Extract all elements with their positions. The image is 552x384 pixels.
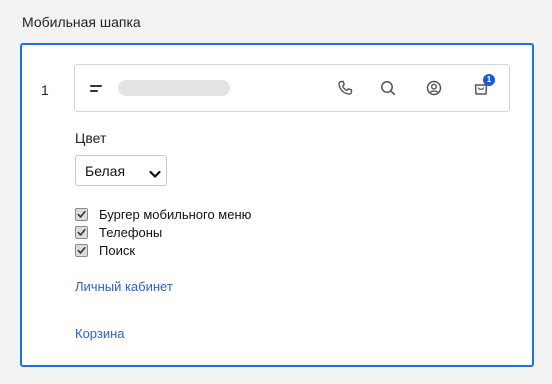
color-select-value: Белая [85,163,126,179]
mobile-header-panel: 1 1 Цвет Белая Бургер мобильного меню Те… [20,43,534,367]
account-link[interactable]: Личный кабинет [75,279,173,294]
burger-checkbox[interactable] [75,208,88,221]
phone-icon [335,78,355,98]
chevron-down-icon [149,166,161,184]
color-label: Цвет [75,130,107,146]
cart-link[interactable]: Корзина [75,326,125,341]
checkbox-label: Бургер мобильного меню [99,207,252,222]
logo-placeholder [118,80,230,96]
checkbox-label: Поиск [99,243,136,258]
row-number: 1 [41,82,49,98]
search-checkbox[interactable] [75,244,88,257]
color-select[interactable]: Белая [75,155,167,186]
section-title: Мобильная шапка [22,14,141,30]
burger-menu-icon [90,85,104,92]
user-circle-icon [424,78,444,98]
mobile-header-preview[interactable]: 1 [74,64,510,112]
search-icon [378,78,398,98]
cart-badge: 1 [483,74,495,86]
phones-checkbox[interactable] [75,226,88,239]
checkbox-label: Телефоны [99,225,163,240]
